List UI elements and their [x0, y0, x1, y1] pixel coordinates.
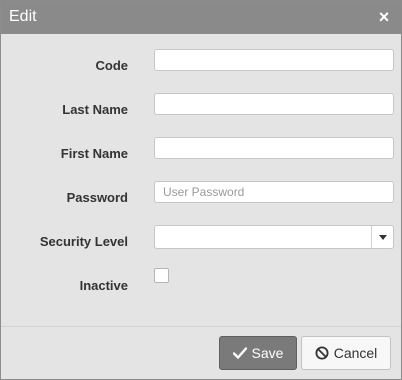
edit-dialog: Edit × Code Last Name First Name Passwor… — [0, 0, 402, 380]
password-input[interactable] — [154, 181, 394, 203]
last-name-input[interactable] — [154, 93, 394, 115]
save-label: Save — [251, 345, 284, 361]
cancel-label: Cancel — [333, 345, 378, 361]
footer-divider — [1, 326, 401, 327]
ban-icon — [315, 346, 329, 360]
inactive-label: Inactive — [79, 278, 128, 293]
code-input[interactable] — [154, 49, 394, 71]
save-button[interactable]: Save — [219, 336, 297, 370]
close-icon[interactable]: × — [377, 8, 391, 26]
inactive-checkbox[interactable] — [154, 268, 169, 283]
cancel-button[interactable]: Cancel — [301, 336, 391, 370]
caret-down-icon — [378, 234, 387, 240]
security-level-label: Security Level — [39, 234, 128, 249]
first-name-label: First Name — [60, 146, 128, 161]
first-name-input[interactable] — [154, 137, 394, 159]
password-label: Password — [66, 190, 128, 205]
checkmark-icon — [232, 347, 247, 359]
dialog-title: Edit — [9, 8, 37, 25]
security-level-select[interactable] — [154, 225, 394, 249]
last-name-label: Last Name — [62, 102, 128, 117]
dropdown-button[interactable] — [371, 226, 393, 248]
dialog-titlebar[interactable]: Edit × — [1, 1, 401, 34]
code-label: Code — [95, 58, 129, 73]
